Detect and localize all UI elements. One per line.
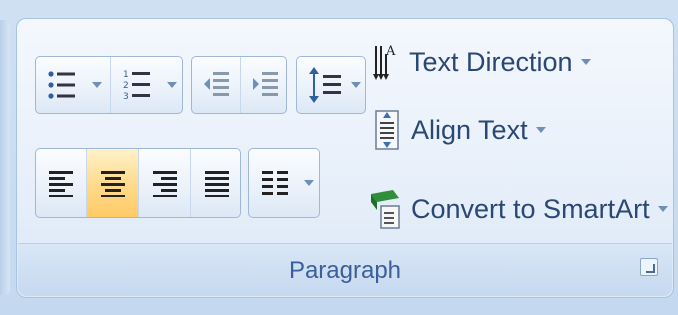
columns-button[interactable] xyxy=(249,149,319,217)
svg-text:2: 2 xyxy=(123,81,129,91)
center-align-button[interactable] xyxy=(86,149,138,217)
align-right-button[interactable] xyxy=(138,149,190,217)
paragraph-group: 1 2 3 A Text Direction Align Text Conver… xyxy=(16,18,674,298)
align-text-command[interactable]: Align Text xyxy=(373,106,546,154)
ribbon: 1 2 3 A Text Direction Align Text Conver… xyxy=(0,0,678,315)
decrease-indent-icon xyxy=(204,72,229,96)
svg-text:A: A xyxy=(385,44,396,59)
convert-smartart-dropdown-arrow-icon[interactable] xyxy=(657,206,668,212)
line-spacing-button[interactable] xyxy=(297,57,365,113)
line-spacing-group xyxy=(296,56,366,114)
text-direction-command[interactable]: A Text Direction xyxy=(373,39,591,85)
bullets-dropdown-arrow-icon[interactable] xyxy=(92,82,102,88)
numbering-button[interactable]: 1 2 3 xyxy=(110,57,182,113)
convert-smartart-icon xyxy=(371,190,400,229)
group-title: Paragraph xyxy=(288,257,402,284)
convert-smartart-label: Convert to SmartArt xyxy=(411,193,650,224)
numbering-icon: 1 2 3 xyxy=(123,70,150,102)
bullets-icon xyxy=(48,71,75,99)
center-align-icon xyxy=(100,171,125,197)
justify-icon xyxy=(204,171,229,197)
columns-dropdown-arrow-icon[interactable] xyxy=(304,180,314,186)
line-spacing-icon xyxy=(309,67,341,103)
line-spacing-dropdown-arrow-icon[interactable] xyxy=(351,82,361,88)
align-text-label: Align Text xyxy=(411,114,528,145)
text-direction-dropdown-arrow-icon[interactable] xyxy=(580,59,591,65)
svg-text:1: 1 xyxy=(123,70,129,80)
text-direction-icon: A xyxy=(373,44,396,80)
align-right-icon xyxy=(152,171,177,197)
alignment-buttons xyxy=(35,148,241,218)
align-text-dropdown-arrow-icon[interactable] xyxy=(535,127,546,133)
svg-text:3: 3 xyxy=(123,92,129,102)
numbering-dropdown-arrow-icon[interactable] xyxy=(167,82,177,88)
increase-indent-icon xyxy=(252,72,278,96)
columns-group xyxy=(248,148,320,218)
increase-indent-button[interactable] xyxy=(240,57,286,113)
align-text-icon xyxy=(375,110,399,150)
decrease-indent-button[interactable] xyxy=(192,57,240,113)
justify-button[interactable] xyxy=(190,149,240,217)
align-left-icon xyxy=(49,171,73,197)
convert-smartart-command[interactable]: Convert to SmartArt xyxy=(369,184,668,234)
text-direction-label: Text Direction xyxy=(409,46,573,77)
bullets-button[interactable] xyxy=(36,57,110,113)
dialog-launcher-icon[interactable] xyxy=(640,258,658,276)
indent-buttons xyxy=(191,56,287,114)
align-left-button[interactable] xyxy=(36,149,86,217)
list-buttons: 1 2 3 xyxy=(35,56,183,114)
ribbon-left-edge xyxy=(0,20,10,295)
columns-icon xyxy=(262,171,288,195)
group-footer: Paragraph xyxy=(18,243,672,296)
